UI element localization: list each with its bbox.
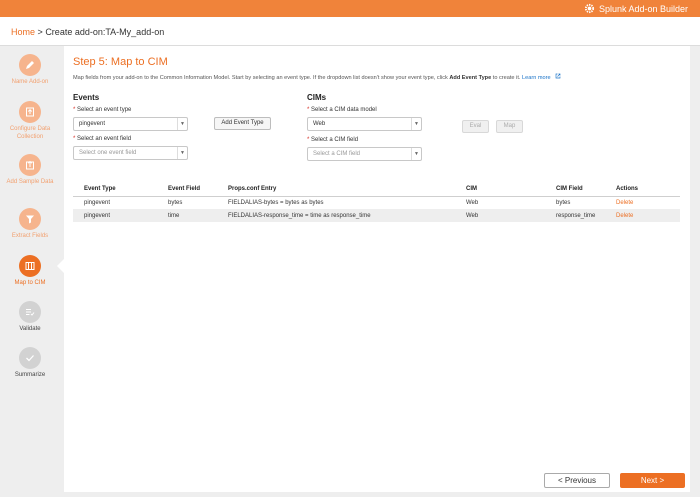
- event-type-label: * Select an event type: [73, 107, 131, 113]
- column-header: CIM: [455, 183, 545, 197]
- description-text: Map fields from your add-on to the Commo…: [73, 75, 450, 81]
- table-header-row: Event Type Event Field Props.conf Entry …: [73, 183, 680, 197]
- delete-link[interactable]: Delete: [605, 209, 680, 222]
- funnel-icon: [26, 215, 34, 224]
- table-row: pingevent time FIELDALIAS-response_time …: [73, 209, 680, 222]
- upload-icon: [26, 160, 34, 170]
- brand[interactable]: Splunk Add-on Builder: [584, 3, 688, 14]
- breadcrumb-separator: >: [37, 27, 43, 37]
- column-header: Props.conf Entry: [217, 183, 455, 197]
- table-cell: pingevent: [73, 209, 157, 222]
- table-row: pingevent bytes FIELDALIAS-bytes = bytes…: [73, 196, 680, 209]
- table-cell: bytes: [168, 199, 183, 206]
- cim-data-model-label: * Select a CIM data model: [307, 107, 377, 113]
- top-bar: Splunk Add-on Builder: [0, 0, 700, 17]
- map-button[interactable]: Map: [496, 120, 523, 133]
- cim-field-label: * Select a CIM field: [307, 137, 358, 143]
- table-cell: time: [157, 209, 217, 222]
- breadcrumb: Home > Create add-on:TA-My_add-on: [11, 27, 164, 37]
- delete-link[interactable]: Delete: [605, 196, 680, 209]
- learn-more-link[interactable]: Learn more: [522, 75, 551, 81]
- breadcrumb-home-link[interactable]: Home: [11, 27, 35, 37]
- pencil-icon: [26, 61, 34, 69]
- gear-logo-icon: [584, 3, 595, 14]
- cim-field-select[interactable]: Select a CIM field ▼: [307, 147, 422, 161]
- external-link-icon[interactable]: [555, 73, 561, 79]
- list-check-icon: [26, 309, 35, 316]
- event-type-label-text: Select an event type: [77, 107, 132, 113]
- page-description: Map fields from your add-on to the Commo…: [73, 73, 561, 81]
- main-panel: Step 5: Map to CIM Map fields from your …: [64, 46, 690, 492]
- mapping-table: Event Type Event Field Props.conf Entry …: [73, 183, 680, 222]
- step-label: Configure Data Collection: [9, 126, 51, 140]
- breadcrumb-bar: Home > Create add-on:TA-My_add-on: [0, 17, 700, 46]
- event-field-placeholder: Select one event field: [79, 150, 137, 156]
- column-header: Event Field: [157, 183, 217, 197]
- step-label: Extract Fields: [11, 233, 49, 239]
- table-cell: pingevent: [84, 199, 111, 206]
- table-cell: Web: [455, 209, 545, 222]
- event-type-select[interactable]: pingevent ▼: [73, 117, 188, 131]
- upload-icon: [26, 107, 34, 117]
- table-cell: bytes: [556, 199, 571, 206]
- step-label: Validate: [19, 326, 41, 332]
- step-circle: [19, 208, 41, 230]
- event-field-label: * Select an event field: [73, 136, 131, 142]
- step-map-to-cim[interactable]: Map to CIM: [0, 255, 60, 287]
- page-title: Step 5: Map to CIM: [73, 56, 168, 68]
- step-circle: [19, 301, 41, 323]
- step-label: Add Sample Data: [6, 179, 54, 185]
- cim-data-model-select[interactable]: Web ▼: [307, 117, 422, 131]
- cim-data-model-label-text: Select a CIM data model: [311, 107, 377, 113]
- breadcrumb-current: Create add-on:TA-My_add-on: [45, 27, 165, 37]
- step-circle: [19, 347, 41, 369]
- event-field-label-text: Select an event field: [77, 136, 132, 142]
- table-cell: Web: [466, 199, 479, 206]
- previous-button[interactable]: < Previous: [544, 473, 610, 488]
- step-validate[interactable]: Validate: [0, 301, 60, 333]
- wizard-steps: Name Add-on Configure Data Collection Ad…: [0, 46, 60, 497]
- table-cell: FIELDALIAS-bytes = bytes as bytes: [228, 199, 324, 206]
- cim-data-model-value: Web: [313, 121, 326, 127]
- description-text-end: to create it.: [491, 75, 522, 81]
- cims-heading: CIMs: [307, 93, 327, 102]
- step-name-add-on[interactable]: Name Add-on: [0, 54, 60, 86]
- chevron-down-icon: ▼: [411, 118, 421, 130]
- checkmark-icon: [26, 355, 34, 362]
- step-circle: [19, 54, 41, 76]
- column-header: Actions: [605, 183, 680, 197]
- step-circle: [19, 255, 41, 277]
- next-button[interactable]: Next >: [620, 473, 685, 488]
- table-cell: FIELDALIAS-response_time = time as respo…: [217, 209, 455, 222]
- description-bold: Add Event Type: [449, 75, 492, 81]
- brand-name: Splunk Add-on Builder: [598, 3, 688, 14]
- step-label: Name Add-on: [11, 79, 49, 85]
- cim-field-placeholder: Select a CIM field: [313, 151, 361, 157]
- event-type-value: pingevent: [79, 121, 106, 127]
- chevron-down-icon: ▼: [411, 148, 421, 160]
- events-heading: Events: [73, 93, 100, 102]
- step-summarize[interactable]: Summarize: [0, 347, 60, 379]
- active-step-pointer: [57, 259, 64, 273]
- cim-field-label-text: Select a CIM field: [311, 137, 359, 143]
- step-configure-data-collection[interactable]: Configure Data Collection: [0, 101, 60, 141]
- chevron-down-icon: ▼: [177, 147, 187, 159]
- step-label: Summarize: [14, 372, 46, 378]
- step-add-sample-data[interactable]: Add Sample Data: [0, 154, 60, 186]
- column-header: CIM Field: [545, 183, 605, 197]
- step-label: Map to CIM: [14, 280, 46, 286]
- step-circle: [19, 154, 41, 176]
- chevron-down-icon: ▼: [177, 118, 187, 130]
- step-extract-fields[interactable]: Extract Fields: [0, 208, 60, 240]
- event-field-select[interactable]: Select one event field ▼: [73, 146, 188, 160]
- column-header: Event Type: [73, 183, 157, 197]
- table-cell: response_time: [545, 209, 605, 222]
- eval-button[interactable]: Eval: [462, 120, 489, 133]
- map-icon: [25, 262, 35, 270]
- step-circle: [19, 101, 41, 123]
- add-event-type-button[interactable]: Add Event Type: [214, 117, 271, 130]
